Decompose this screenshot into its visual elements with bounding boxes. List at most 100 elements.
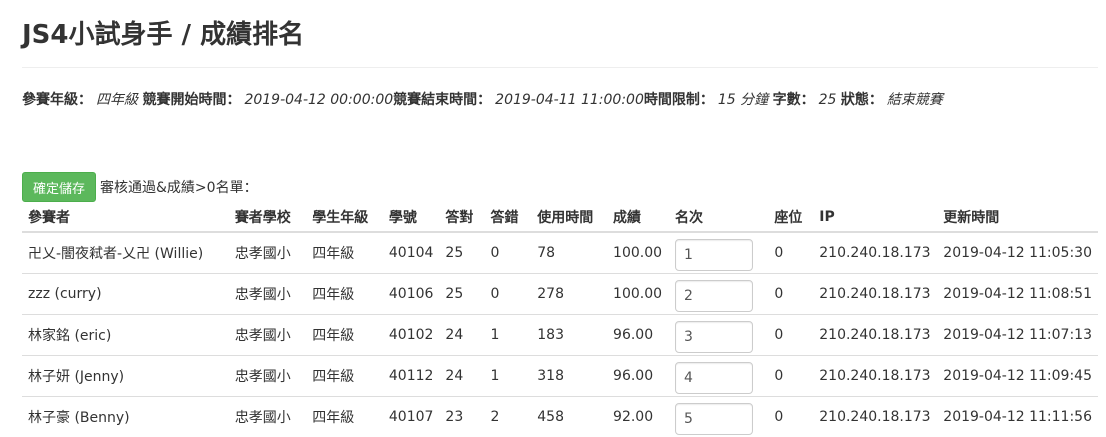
cell-updated: 2019-04-12 11:07:13: [937, 315, 1098, 356]
title-divider: [22, 67, 1098, 68]
cell-ip: 210.240.18.173: [813, 232, 937, 274]
header-rank: 名次: [669, 203, 768, 232]
cell-wrong: 0: [485, 232, 532, 274]
rank-input[interactable]: [675, 280, 753, 312]
cell-updated: 2019-04-12 11:09:45: [937, 356, 1098, 397]
header-seat: 座位: [768, 203, 813, 232]
header-score: 成績: [607, 203, 669, 232]
table-row: 林家銘 (eric) 忠孝國小 四年級 40102 24 1 183 96.00…: [22, 315, 1098, 356]
rank-input[interactable]: [675, 239, 753, 271]
table-header-row: 參賽者 賽者學校 學生年級 學號 答對 答錯 使用時間 成績 名次 座位 IP …: [22, 203, 1098, 232]
page-title: JS4小試身手 / 成績排名: [22, 14, 304, 51]
competition-info: 參賽年級：四年級 競賽開始時間：2019-04-12 00:00:00競賽結束時…: [22, 89, 943, 109]
end-time-label: 競賽結束時間：: [393, 92, 491, 108]
time-limit-value: 15 分鐘: [718, 92, 768, 108]
cell-grade: 四年級: [306, 274, 383, 315]
cell-correct: 25: [439, 274, 484, 315]
cell-seat: 0: [768, 274, 813, 315]
cell-wrong: 2: [485, 397, 532, 437]
cell-rank: [669, 315, 768, 356]
end-time-value: 2019-04-11 11:00:00: [495, 92, 644, 108]
cell-score: 96.00: [607, 315, 669, 356]
status-label: 狀態：: [841, 92, 883, 108]
cell-grade: 四年級: [306, 315, 383, 356]
cell-score: 96.00: [607, 356, 669, 397]
cell-score: 92.00: [607, 397, 669, 437]
cell-seat: 0: [768, 315, 813, 356]
cell-school: 忠孝國小: [229, 274, 306, 315]
cell-time-used: 183: [531, 315, 607, 356]
header-updated: 更新時間: [937, 203, 1098, 232]
status-value: 結束競賽: [887, 92, 943, 108]
header-student-id: 學號: [383, 203, 440, 232]
cell-ip: 210.240.18.173: [813, 356, 937, 397]
cell-score: 100.00: [607, 232, 669, 274]
cell-seat: 0: [768, 356, 813, 397]
header-wrong: 答錯: [485, 203, 532, 232]
rank-input[interactable]: [675, 403, 753, 435]
cell-updated: 2019-04-12 11:08:51: [937, 274, 1098, 315]
header-grade: 學生年級: [306, 203, 383, 232]
table-row: 林子妍 (Jenny) 忠孝國小 四年級 40112 24 1 318 96.0…: [22, 356, 1098, 397]
cell-updated: 2019-04-12 11:11:56: [937, 397, 1098, 437]
cell-seat: 0: [768, 397, 813, 437]
start-time-label: 競賽開始時間：: [142, 92, 240, 108]
cell-wrong: 0: [485, 274, 532, 315]
cell-ip: 210.240.18.173: [813, 315, 937, 356]
cell-school: 忠孝國小: [229, 397, 306, 437]
table-row: 卍乂-闇夜弒者-乂卍 (Willie) 忠孝國小 四年級 40104 25 0 …: [22, 232, 1098, 274]
cell-wrong: 1: [485, 315, 532, 356]
approved-list-note: 審核通過&成績>0名單：: [100, 177, 258, 197]
cell-correct: 24: [439, 315, 484, 356]
word-count-value: 25: [819, 92, 837, 108]
cell-rank: [669, 356, 768, 397]
cell-correct: 24: [439, 356, 484, 397]
cell-participant: 卍乂-闇夜弒者-乂卍 (Willie): [22, 232, 229, 274]
cell-participant: zzz (curry): [22, 274, 229, 315]
cell-student-id: 40112: [383, 356, 440, 397]
toolbar: 確定儲存 審核通過&成績>0名單：: [22, 172, 258, 202]
start-time-value: 2019-04-12 00:00:00: [244, 92, 393, 108]
save-button[interactable]: 確定儲存: [22, 172, 96, 202]
cell-ip: 210.240.18.173: [813, 397, 937, 437]
cell-ip: 210.240.18.173: [813, 274, 937, 315]
cell-grade: 四年級: [306, 397, 383, 437]
cell-school: 忠孝國小: [229, 315, 306, 356]
cell-participant: 林家銘 (eric): [22, 315, 229, 356]
cell-student-id: 40102: [383, 315, 440, 356]
cell-time-used: 78: [531, 232, 607, 274]
cell-correct: 23: [439, 397, 484, 437]
cell-correct: 25: [439, 232, 484, 274]
cell-updated: 2019-04-12 11:05:30: [937, 232, 1098, 274]
cell-rank: [669, 274, 768, 315]
header-ip: IP: [813, 203, 937, 232]
cell-time-used: 318: [531, 356, 607, 397]
cell-student-id: 40107: [383, 397, 440, 437]
cell-student-id: 40104: [383, 232, 440, 274]
header-time-used: 使用時間: [531, 203, 607, 232]
time-limit-label: 時間限制：: [644, 92, 714, 108]
header-school: 賽者學校: [229, 203, 306, 232]
cell-grade: 四年級: [306, 232, 383, 274]
word-count-label: 字數：: [773, 92, 815, 108]
cell-seat: 0: [768, 232, 813, 274]
cell-school: 忠孝國小: [229, 232, 306, 274]
header-correct: 答對: [439, 203, 484, 232]
cell-student-id: 40106: [383, 274, 440, 315]
cell-school: 忠孝國小: [229, 356, 306, 397]
cell-score: 100.00: [607, 274, 669, 315]
rank-input[interactable]: [675, 362, 753, 394]
grade-value: 四年級: [96, 92, 138, 108]
table-row: zzz (curry) 忠孝國小 四年級 40106 25 0 278 100.…: [22, 274, 1098, 315]
cell-time-used: 458: [531, 397, 607, 437]
cell-participant: 林子妍 (Jenny): [22, 356, 229, 397]
grade-label: 參賽年級：: [22, 92, 92, 108]
cell-wrong: 1: [485, 356, 532, 397]
cell-rank: [669, 232, 768, 274]
cell-rank: [669, 397, 768, 437]
rank-input[interactable]: [675, 321, 753, 353]
cell-time-used: 278: [531, 274, 607, 315]
table-row: 林子豪 (Benny) 忠孝國小 四年級 40107 23 2 458 92.0…: [22, 397, 1098, 437]
results-table: 參賽者 賽者學校 學生年級 學號 答對 答錯 使用時間 成績 名次 座位 IP …: [22, 203, 1098, 437]
cell-participant: 林子豪 (Benny): [22, 397, 229, 437]
